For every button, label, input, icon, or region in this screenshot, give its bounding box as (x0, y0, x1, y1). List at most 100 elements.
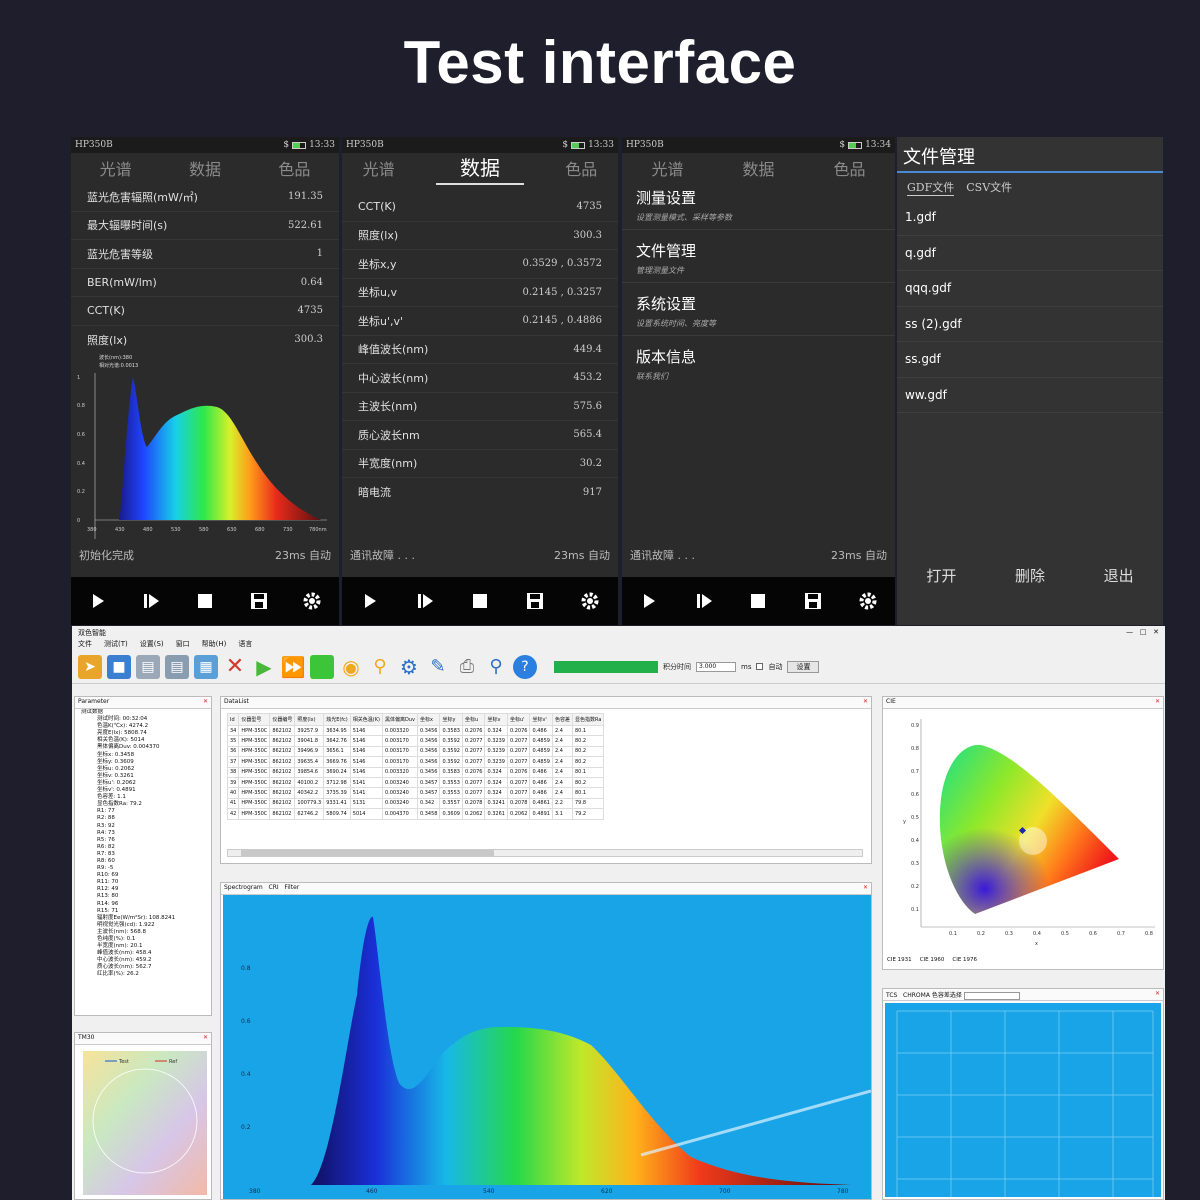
menu-version-info[interactable]: 版本信息 联系我们 (622, 336, 895, 388)
play-icon[interactable] (87, 590, 109, 612)
table-row[interactable]: 35 HPM-350C 862102 39041.8 3642.76 5146 0.0031… (226, 735, 605, 747)
close-icon[interactable]: ✕ (863, 884, 868, 893)
integration-time-input[interactable]: 3.000 (696, 661, 736, 672)
tab-csv-files[interactable]: CSV文件 (966, 179, 1012, 196)
menu-help[interactable]: 帮助(H) (202, 639, 227, 649)
settings-gear-icon[interactable]: ⚙ (397, 655, 421, 679)
column-header[interactable]: 坐标v (484, 713, 508, 726)
stop-icon[interactable] (469, 590, 491, 612)
stop-icon[interactable] (310, 654, 334, 679)
menu-measure-settings[interactable]: 测量设置 设置测量模式、采样等参数 (622, 177, 895, 230)
tab-gdf-files[interactable]: GDF文件 (907, 179, 955, 196)
menu-language[interactable]: 语言 (238, 639, 252, 649)
play-icon[interactable] (359, 590, 381, 612)
tab-cie1976[interactable]: CIE 1976 (952, 957, 977, 963)
stop-icon[interactable] (194, 590, 216, 612)
bulb-icon[interactable]: ◉ (339, 655, 363, 679)
table-row[interactable]: 34 HPM-350C 862102 39257.9 3634.95 5146 0.0033… (226, 724, 605, 737)
gear-icon[interactable] (857, 590, 879, 612)
file-item[interactable]: qqq.gdf (897, 271, 1163, 307)
gear-icon[interactable] (579, 590, 601, 612)
tab-spectrum[interactable]: 光谱 (100, 156, 132, 180)
tab-spectrogram[interactable]: Spectrogram (224, 884, 263, 891)
preview-icon[interactable]: ⚲ (484, 655, 508, 679)
gear-icon[interactable] (301, 590, 323, 612)
tab-chroma[interactable]: CHROMA (903, 992, 930, 999)
file-item[interactable]: ss.gdf (897, 342, 1163, 378)
close-icon[interactable]: ✕ (1155, 990, 1160, 999)
stop-icon[interactable] (747, 590, 769, 612)
step-icon[interactable] (140, 590, 162, 612)
column-header[interactable]: 烛光E(fc) (323, 713, 351, 726)
save-icon[interactable]: ■ (107, 654, 131, 679)
delete-icon[interactable]: ✕ (223, 654, 247, 679)
database-load-icon[interactable]: ▤ (165, 654, 189, 679)
tab-data[interactable]: 数据 (189, 156, 221, 180)
file-item[interactable]: ww.gdf (897, 378, 1163, 413)
file-item[interactable]: q.gdf (897, 236, 1163, 271)
menu-window[interactable]: 窗口 (176, 639, 190, 649)
help-icon[interactable]: ? (513, 654, 537, 679)
edit-icon[interactable]: ✎ (426, 655, 450, 679)
close-icon[interactable]: ✕ (863, 698, 868, 707)
column-header[interactable]: 坐标u (461, 713, 486, 726)
table-row[interactable]: 39 HPM-350C 862102 40100.2 3712.98 5141 0.0032… (226, 776, 605, 789)
tab-filter[interactable]: Filter (284, 884, 299, 891)
print-icon[interactable]: ⎙ (455, 655, 479, 679)
save-icon[interactable] (524, 590, 546, 612)
column-header[interactable]: 坐标v' (529, 713, 553, 726)
table-row[interactable]: 42 HPM-350C 862102 62746.2 5809.74 5014 0.0043… (226, 808, 605, 820)
tab-cie1960[interactable]: CIE 1960 (920, 957, 945, 963)
file-item[interactable]: 1.gdf (897, 200, 1163, 236)
save-icon[interactable] (802, 590, 824, 612)
column-header[interactable]: 色容差 (551, 713, 573, 726)
menu-file[interactable]: 文件 (78, 639, 92, 649)
minimize-icon[interactable]: — (1126, 628, 1133, 636)
menu-file-management[interactable]: 文件管理 管理测量文件 (622, 230, 895, 283)
tab-cie1931[interactable]: CIE 1931 (887, 957, 912, 963)
tab-chromaticity[interactable]: 色品 (278, 156, 310, 180)
column-header[interactable]: Id (226, 713, 240, 726)
column-header[interactable]: 相关色温(K) (349, 713, 383, 726)
column-header[interactable]: 黑体偏离Duv (381, 713, 418, 726)
tab-chromaticity[interactable]: 色品 (565, 156, 597, 180)
step-icon[interactable] (414, 590, 436, 612)
maximize-icon[interactable]: □ (1140, 628, 1147, 636)
play-icon[interactable] (638, 590, 660, 612)
bulb-search-icon[interactable]: ⚲ (368, 655, 392, 679)
table-row[interactable]: 41 HPM-350C 862102 100779.3 9331.41 5131 0.003… (226, 797, 605, 810)
tab-data[interactable]: 数据 (435, 152, 524, 185)
delete-button[interactable]: 删除 (1015, 565, 1045, 586)
play-icon[interactable]: ▶ (252, 655, 276, 679)
table-row[interactable]: 40 HPM-350C 862102 40342.2 3735.39 5141 0.0032… (226, 787, 605, 799)
column-header[interactable]: 坐标y (439, 713, 463, 726)
tolerance-dropdown[interactable] (963, 991, 1020, 1000)
table-row[interactable]: 36 HPM-350C 862102 39496.9 3656.1 5146 0.00317… (226, 745, 605, 758)
column-header[interactable]: 坐标x (416, 713, 441, 726)
menu-system-settings[interactable]: 系统设置 设置系统时间、亮度等 (622, 283, 895, 336)
column-header[interactable]: 仪器编号 (269, 713, 296, 726)
close-icon[interactable]: ✕ (1155, 698, 1160, 707)
column-header[interactable]: 坐标u' (506, 713, 531, 726)
exit-button[interactable]: 退出 (1104, 565, 1134, 586)
table-row[interactable]: 37 HPM-350C 862102 39635.4 3669.76 5146 0.0031… (226, 756, 605, 768)
step-icon[interactable]: ⏩ (281, 655, 306, 679)
settings-button[interactable]: 设置 (787, 660, 820, 673)
tab-cri[interactable]: CRI (269, 884, 279, 891)
table-icon[interactable]: ▦ (194, 654, 218, 679)
step-icon[interactable] (693, 590, 715, 612)
auto-checkbox[interactable] (756, 663, 764, 670)
tab-spectrum[interactable]: 光谱 (363, 156, 395, 180)
column-header[interactable]: 显色指数Ra (571, 713, 605, 726)
tab-tcs[interactable]: TCS (886, 992, 897, 999)
column-header[interactable]: 照度(lx) (294, 713, 325, 726)
menu-test[interactable]: 测试(T) (104, 639, 128, 649)
open-button[interactable]: 打开 (926, 565, 956, 586)
column-header[interactable]: 仪器型号 (238, 713, 271, 726)
menu-settings[interactable]: 设置(S) (140, 639, 164, 649)
file-item[interactable]: ss (2).gdf (897, 307, 1163, 342)
close-icon[interactable]: ✕ (203, 1034, 208, 1043)
table-row[interactable]: 38 HPM-350C 862102 39854.6 3690.24 5146 0.0033… (226, 766, 605, 778)
save-icon[interactable] (248, 590, 270, 612)
open-folder-icon[interactable]: ➤ (78, 654, 102, 679)
